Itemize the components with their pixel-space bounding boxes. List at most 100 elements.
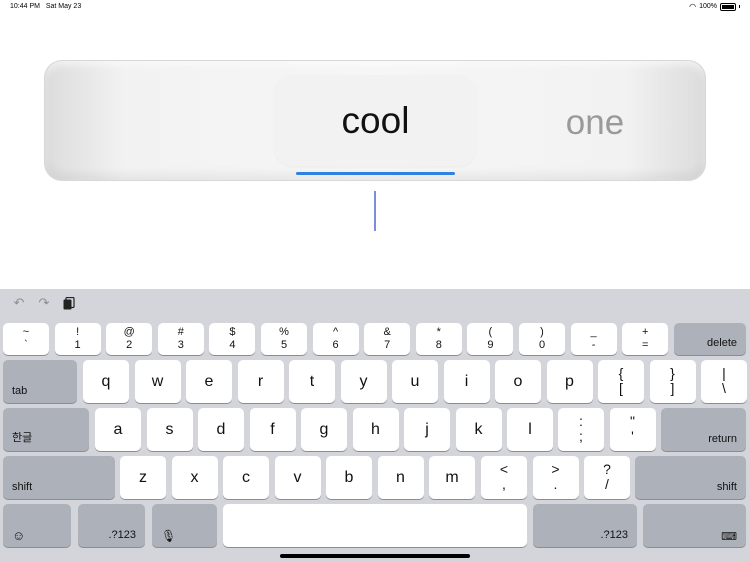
microphone-icon: 🎙 — [161, 529, 177, 543]
key-x[interactable]: x — [171, 456, 218, 499]
key-l[interactable]: l — [507, 408, 553, 451]
key-b[interactable]: b — [326, 456, 372, 499]
home-indicator — [280, 554, 470, 558]
key-c[interactable]: c — [223, 456, 269, 499]
key-char: 5 — [280, 339, 288, 351]
hangul-key[interactable]: 한글 — [3, 408, 89, 451]
undo-icon[interactable]: ↶ — [11, 295, 27, 311]
key-shift-char: ? — [603, 461, 611, 477]
key-h[interactable]: h — [352, 408, 399, 451]
key-char: 7 — [384, 339, 391, 351]
key-a-extra-0[interactable]: :; — [558, 408, 604, 451]
status-bar: 10:44 PM Sat May 23 ◠ 100% — [0, 0, 750, 13]
keyboard: ↶ ↷ delete tab 한글 return shift shift ☺ .… — [0, 289, 750, 562]
key-8[interactable]: * 8 — [415, 323, 462, 355]
tab-key[interactable]: tab — [3, 360, 77, 403]
key-q-extra-2[interactable]: | \ — [701, 360, 747, 403]
key-char: 6 — [332, 339, 339, 351]
key-4[interactable]: $4 — [209, 323, 256, 355]
key-t[interactable]: t — [289, 360, 335, 403]
clipboard-icon[interactable] — [61, 295, 77, 311]
key-9[interactable]: (9 — [467, 323, 514, 355]
key-e[interactable]: e — [186, 360, 232, 403]
key-n[interactable]: n — [377, 456, 424, 499]
key-i[interactable]: i — [443, 360, 490, 403]
delete-label: delete — [707, 337, 737, 349]
key-v[interactable]: v — [274, 456, 321, 499]
key-char: q — [101, 373, 111, 390]
key-j[interactable]: j — [404, 408, 450, 451]
key-char: g — [319, 421, 329, 438]
key-char: e — [204, 373, 214, 390]
key-u[interactable]: u — [392, 360, 438, 403]
key-1[interactable]: ! 1 — [54, 323, 101, 355]
shift-left-key[interactable]: shift — [3, 456, 115, 499]
key-r[interactable]: r — [237, 360, 284, 403]
key-m[interactable]: m — [429, 456, 475, 499]
numbers-key-right[interactable]: .?123 — [533, 504, 637, 547]
key-f[interactable]: f — [249, 408, 296, 451]
candidate-next[interactable]: one — [545, 101, 645, 145]
key-0[interactable]: ~ ` — [3, 323, 49, 355]
numbers-label-left: .?123 — [108, 529, 136, 541]
key-a-extra-1[interactable]: " ' — [609, 408, 656, 451]
key-shift-char: & — [383, 326, 391, 338]
key-char: [ — [619, 380, 623, 396]
key-z-extra-2[interactable]: ? / — [584, 456, 630, 499]
key-char: 2 — [126, 339, 133, 351]
delete-key[interactable]: delete — [674, 323, 746, 355]
key-s[interactable]: s — [146, 408, 193, 451]
key-char: . — [553, 476, 558, 492]
shift-right-key[interactable]: shift — [635, 456, 746, 499]
keyboard-dismiss-key[interactable]: ⌨ — [643, 504, 746, 547]
key-z[interactable]: z — [120, 456, 166, 499]
key-o[interactable]: o — [495, 360, 541, 403]
status-time: 10:44 PM Sat May 23 — [10, 3, 82, 10]
key-7[interactable]: & 7 — [364, 323, 411, 355]
key-char: j — [425, 421, 429, 438]
space-key[interactable] — [223, 504, 527, 547]
key-10[interactable]: ) 0 — [519, 323, 565, 355]
key-shift-char: # — [177, 326, 184, 338]
key-shift-char: ^ — [333, 326, 339, 338]
redo-icon[interactable]: ↷ — [36, 295, 52, 311]
key-11[interactable]: _ - — [570, 323, 617, 355]
key-char: 0 — [538, 339, 546, 351]
emoji-key[interactable]: ☺ — [3, 504, 71, 547]
key-q-extra-0[interactable]: {[ — [598, 360, 644, 403]
return-key[interactable]: return — [661, 408, 746, 451]
keyboard-dismiss-icon: ⌨ — [721, 531, 737, 543]
key-q-extra-1[interactable]: }] — [649, 360, 696, 403]
candidate-selected[interactable]: cool — [274, 75, 477, 166]
key-char: 3 — [177, 339, 184, 351]
candidate-bar: cool one — [44, 60, 706, 181]
key-2[interactable]: @2 — [106, 323, 153, 355]
key-p[interactable]: p — [546, 360, 593, 403]
key-d[interactable]: d — [198, 408, 244, 451]
key-w[interactable]: w — [134, 360, 181, 403]
return-label: return — [708, 433, 737, 445]
key-shift-char: ! — [76, 326, 80, 338]
key-shift-char: _ — [590, 326, 597, 338]
key-5[interactable]: % 5 — [261, 323, 307, 355]
key-z-extra-0[interactable]: <, — [481, 456, 527, 499]
key-q[interactable]: q — [83, 360, 129, 403]
key-g[interactable]: g — [301, 408, 347, 451]
wifi-icon: ◠ — [689, 2, 697, 11]
key-a[interactable]: a — [95, 408, 141, 451]
numbers-key-left[interactable]: .?123 — [78, 504, 145, 547]
key-3[interactable]: #3 — [157, 323, 204, 355]
numbers-label-right: .?123 — [600, 529, 628, 541]
key-char: n — [396, 469, 405, 486]
key-12[interactable]: + = — [622, 323, 669, 355]
key-y[interactable]: y — [340, 360, 387, 403]
key-shift-char: } — [670, 365, 675, 381]
key-6[interactable]: ^ 6 — [312, 323, 359, 355]
key-k[interactable]: k — [455, 408, 502, 451]
key-z-extra-1[interactable]: >. — [532, 456, 579, 499]
microphone-key[interactable]: 🎙 — [152, 504, 217, 547]
battery-cap — [739, 5, 740, 8]
key-shift-char: > — [551, 461, 560, 477]
key-char: t — [309, 373, 315, 390]
key-char: ; — [579, 428, 583, 444]
